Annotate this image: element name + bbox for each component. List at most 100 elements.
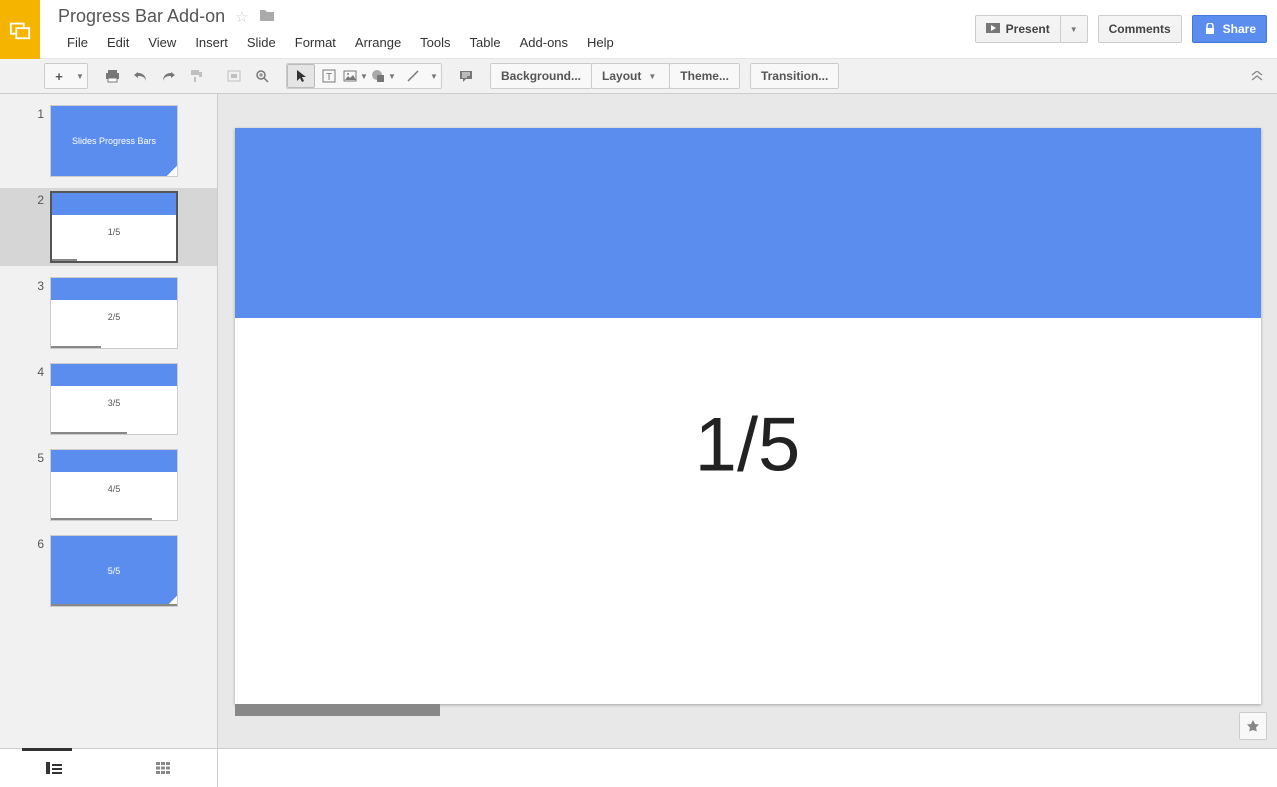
undo-icon [133,70,148,82]
menu-format[interactable]: Format [286,31,345,54]
paint-format-button[interactable] [182,64,210,88]
thumbnail[interactable]: Slides Progress Bars [50,105,178,177]
menu-help[interactable]: Help [578,31,623,54]
new-slide-button[interactable]: + [45,64,73,88]
thumb-content-text: 2/5 [51,312,177,322]
footer [0,748,1277,787]
menu-file[interactable]: File [58,31,97,54]
image-tool[interactable]: ▼ [343,64,371,88]
filmstrip-icon [46,762,62,774]
thumbnail[interactable]: 4/5 [50,449,178,521]
slide-progress-bar[interactable] [235,704,440,716]
insert-tools-group: T ▼ ▼ ▼ [286,63,442,89]
star-icon[interactable]: ☆ [235,8,248,26]
present-icon [986,23,1000,35]
select-tool[interactable] [287,64,315,88]
thumbnail[interactable]: 5/5 [50,535,178,607]
slide-filmstrip[interactable]: 1Slides Progress Bars21/532/543/554/565/… [0,94,218,748]
slide-thumbnail-2[interactable]: 2 1/5 [0,188,217,266]
thumbnail[interactable]: 1/5 [50,191,178,263]
folder-icon[interactable] [259,8,275,25]
chevron-down-icon: ▼ [645,72,659,81]
comments-button[interactable]: Comments [1098,15,1182,43]
menu-table[interactable]: Table [461,31,510,54]
slide-number: 4 [0,363,50,379]
slide-number: 2 [0,191,50,207]
explore-button[interactable] [1239,712,1267,740]
title-row: Progress Bar Add-on ☆ [58,6,965,27]
collapse-toolbar-button[interactable] [1243,64,1271,88]
present-button[interactable]: Present [975,15,1061,43]
svg-text:T: T [326,72,332,83]
thumb-content-text: 1/5 [52,227,176,237]
slide-style-group: Background... [490,63,592,89]
thumbnail[interactable]: 3/5 [50,363,178,435]
slide-thumbnail-3[interactable]: 3 2/5 [0,274,217,352]
share-button[interactable]: Share [1192,15,1267,43]
background-button[interactable]: Background... [491,64,591,88]
menu-tools[interactable]: Tools [411,31,459,54]
canvas-area[interactable]: 1/5 [218,94,1277,748]
slide-text[interactable]: 1/5 [695,401,801,488]
zoom-button[interactable] [248,64,276,88]
new-slide-dropdown[interactable]: ▼ [73,64,87,88]
undo-button[interactable] [126,64,154,88]
grid-icon [156,762,170,774]
zoom-fit-button[interactable] [220,64,248,88]
app-logo[interactable] [0,0,40,59]
slide-canvas[interactable]: 1/5 [235,128,1261,704]
present-dropdown[interactable]: ▼ [1061,15,1088,43]
line-icon [406,69,420,83]
comment-icon [459,70,473,83]
explore-icon [1246,719,1260,733]
menu-insert[interactable]: Insert [186,31,237,54]
slide-thumbnail-4[interactable]: 43/5 [0,360,217,438]
line-tool[interactable] [399,64,427,88]
redo-button[interactable] [154,64,182,88]
textbox-icon: T [322,69,336,83]
slide-number: 5 [0,449,50,465]
body: 1Slides Progress Bars21/532/543/554/565/… [0,94,1277,748]
menu-arrange[interactable]: Arrange [346,31,410,54]
slides-logo-icon [9,19,31,41]
layout-button[interactable]: Layout▼ [592,64,669,88]
present-label: Present [1006,22,1050,36]
thumb-progress-bar [51,346,101,348]
document-title[interactable]: Progress Bar Add-on [58,6,225,27]
thumb-progress-bar [51,604,177,606]
thumb-content-text: 4/5 [51,484,177,494]
header: Progress Bar Add-on ☆ File Edit View Ins… [0,0,1277,59]
menu-view[interactable]: View [139,31,185,54]
menu-edit[interactable]: Edit [98,31,138,54]
toolbar: + ▼ T ▼ ▼ ▼ Background... Layout▼ Theme.… [0,59,1277,94]
filmstrip-view-tab[interactable] [24,749,84,787]
grid-view-tab[interactable] [133,749,193,787]
redo-icon [161,70,176,82]
print-button[interactable] [98,64,126,88]
cursor-icon [295,69,307,83]
slide-number: 3 [0,277,50,293]
chevron-up-double-icon [1251,71,1263,81]
menu-slide[interactable]: Slide [238,31,285,54]
line-dropdown[interactable]: ▼ [427,64,441,88]
chevron-down-icon: ▼ [357,72,371,81]
thumb-progress-bar [52,259,77,261]
slide-thumbnail-1[interactable]: 1Slides Progress Bars [0,102,217,180]
transition-button[interactable]: Transition... [751,64,838,88]
header-main: Progress Bar Add-on ☆ File Edit View Ins… [40,0,975,58]
slide-header-shape[interactable] [235,128,1261,318]
menu-addons[interactable]: Add-ons [511,31,577,54]
slide-thumbnail-5[interactable]: 5 4/5 [0,446,217,524]
present-button-group: Present ▼ [975,15,1088,43]
slide-thumbnail-6[interactable]: 65/5 [0,532,217,610]
comment-tool[interactable] [452,64,480,88]
shape-tool[interactable]: ▼ [371,64,399,88]
thumbnail[interactable]: 2/5 [50,277,178,349]
chevron-down-icon: ▼ [73,72,87,81]
chevron-down-icon: ▼ [1067,25,1081,34]
thumb-title-text: Slides Progress Bars [51,106,177,176]
image-icon [343,70,357,82]
textbox-tool[interactable]: T [315,64,343,88]
theme-button[interactable]: Theme... [670,64,739,88]
chevron-down-icon: ▼ [427,72,441,81]
